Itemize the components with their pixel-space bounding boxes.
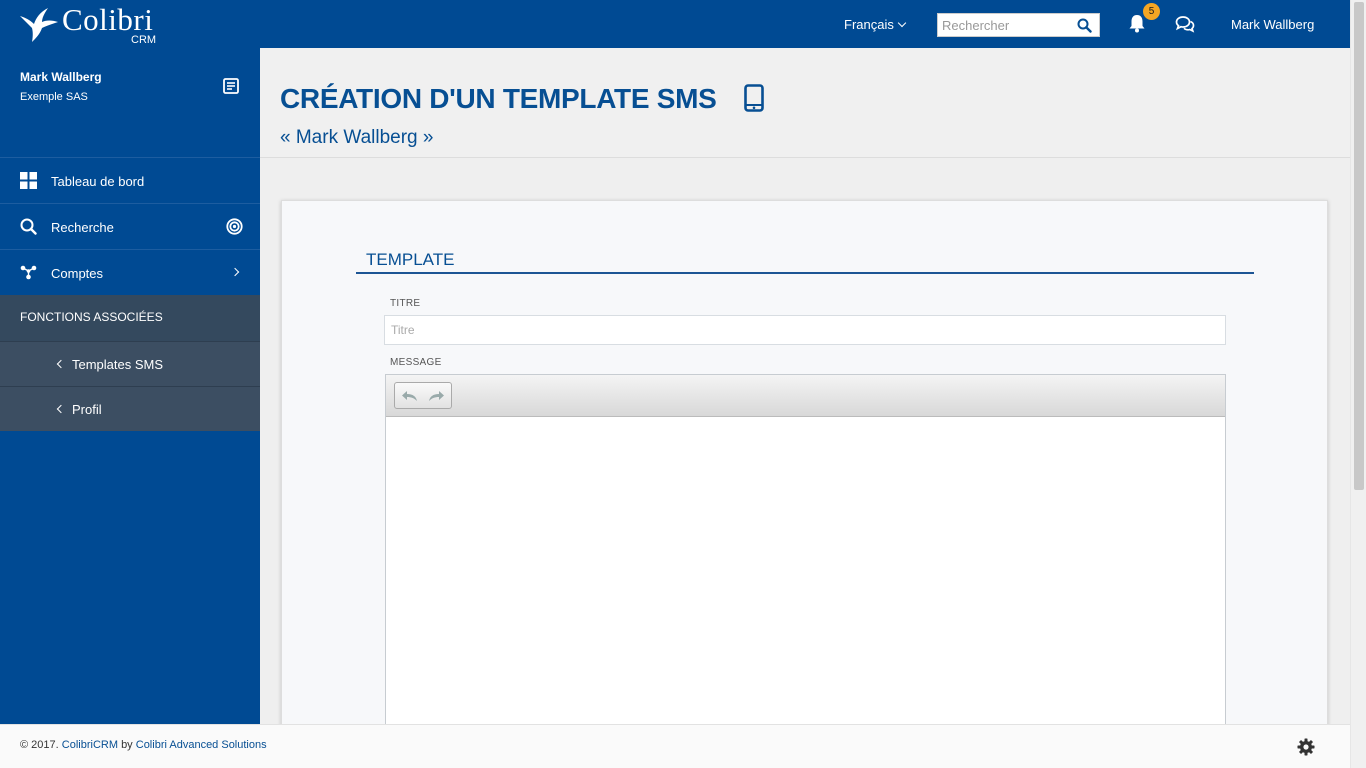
target-icon[interactable] [226,218,243,235]
title-input[interactable] [384,315,1226,345]
message-editor [385,374,1226,734]
chevron-down-icon [897,18,907,28]
page-title: CRÉATION D'UN TEMPLATE SMS [280,83,717,114]
brand-name: Colibri [62,2,154,37]
sidebar-item-label: Templates SMS [72,357,164,372]
chevron-right-icon [230,267,240,277]
profile-name: Mark Wallberg [20,70,102,84]
top-bar: Colibri CRM Français 5 Mark Wallberg [0,0,1366,48]
bell-icon[interactable] [1128,14,1146,33]
footer: © 2017. ColibriCRM by Colibri Advanced S… [0,724,1350,768]
chat-icon[interactable] [1175,15,1195,33]
global-search [937,13,1100,37]
title-label: TITRE [390,298,421,309]
chevron-left-icon [56,404,66,414]
product-link[interactable]: ColibriCRM [62,739,118,751]
redo-icon[interactable] [426,388,446,404]
notification-badge: 5 [1143,3,1160,20]
functions-header: FONCTIONS ASSOCIÉES [0,295,260,341]
sidebar-item-label: Comptes [51,266,104,281]
language-selector[interactable]: Français [844,17,907,32]
search-icon [20,218,37,235]
sidebar: Mark Wallberg Exemple SAS Tableau de bor… [0,48,260,724]
sidebar-item-label: Recherche [51,220,114,235]
message-label: MESSAGE [390,357,442,368]
functions-header-label: FONCTIONS ASSOCIÉES [20,310,163,324]
contact-card-icon[interactable] [223,78,239,94]
logo[interactable]: Colibri CRM [18,2,168,46]
section-title: TEMPLATE [366,250,455,269]
template-form-card: TEMPLATE TITRE MESSAGE [281,200,1328,740]
search-icon[interactable] [1077,18,1092,33]
undo-redo-group [394,382,452,409]
editor-toolbar [386,375,1225,417]
grid-icon [20,172,37,189]
copyright: © 2017. [20,739,59,751]
footer-text: © 2017. ColibriCRM by Colibri Advanced S… [20,739,267,751]
footer-by: by [121,739,133,751]
sidebar-item-accounts[interactable]: Comptes [0,249,260,295]
sidebar-item-label: Profil [72,402,102,417]
undo-icon[interactable] [400,388,420,404]
hummingbird-icon [20,8,58,42]
brand-sub: CRM [131,34,157,46]
search-input[interactable] [938,14,1068,36]
sidebar-item-label: Tableau de bord [51,174,145,189]
chevron-left-icon [56,359,66,369]
sidebar-item-sms-templates[interactable]: Templates SMS [0,341,260,386]
gear-icon[interactable] [1297,738,1315,756]
network-icon [20,265,37,280]
page-header: CRÉATION D'UN TEMPLATE SMS « Mark Wallbe… [260,48,1350,158]
company-link[interactable]: Colibri Advanced Solutions [136,739,267,751]
page-subtitle[interactable]: « Mark Wallberg » [280,127,433,149]
section-divider [356,272,1254,274]
sidebar-item-search[interactable]: Recherche [0,203,260,249]
profile-company: Exemple SAS [20,91,88,103]
scrollbar-thumb[interactable] [1354,2,1364,490]
page-scrollbar[interactable] [1350,0,1366,768]
message-textarea[interactable] [386,417,1225,733]
sidebar-item-profile[interactable]: Profil [0,386,260,431]
user-menu[interactable]: Mark Wallberg [1231,17,1314,32]
mobile-phone-icon [744,84,764,112]
language-label: Français [844,17,894,32]
sidebar-item-dashboard[interactable]: Tableau de bord [0,157,260,203]
